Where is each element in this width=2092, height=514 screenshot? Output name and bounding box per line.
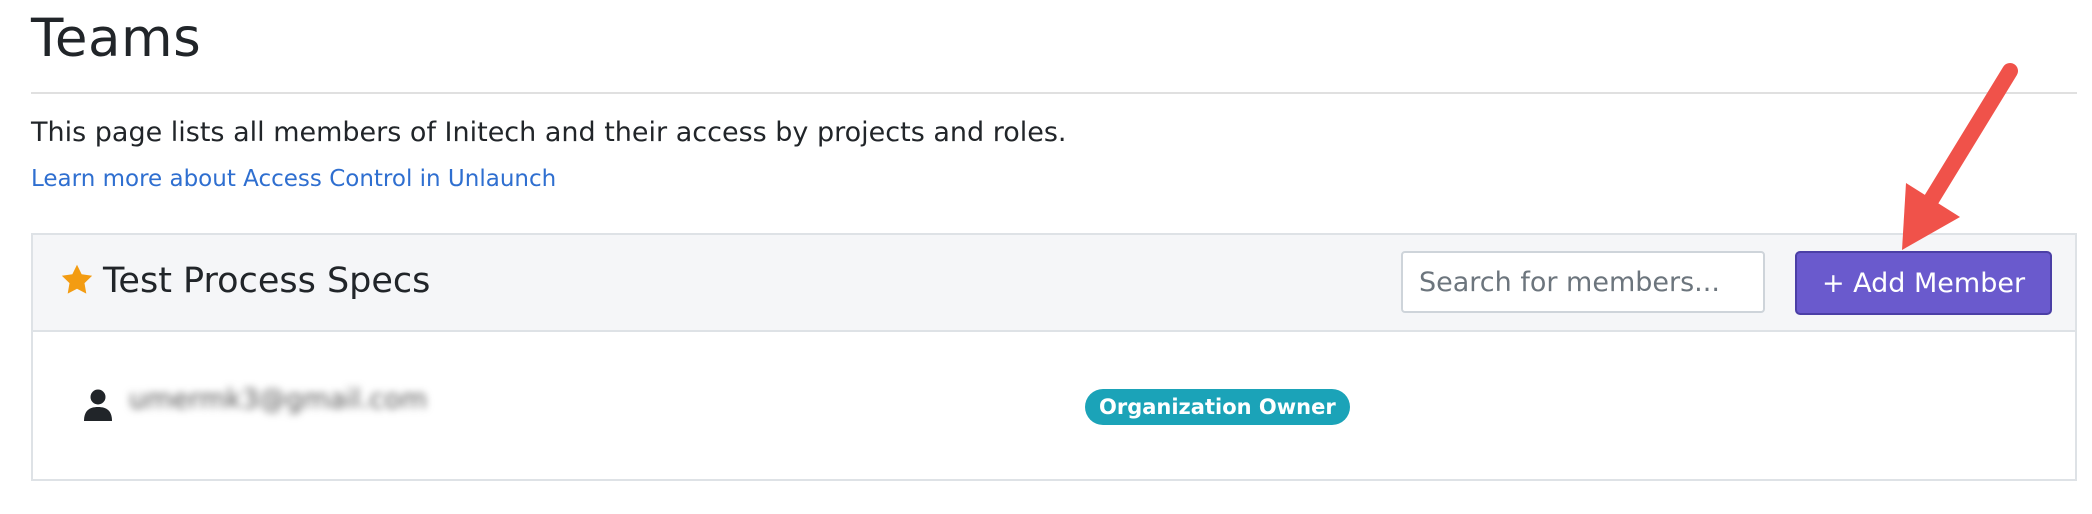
search-members-input[interactable]: [1401, 251, 1765, 313]
star-icon: [61, 264, 93, 294]
learn-more-link[interactable]: Learn more about Access Control in Unlau…: [31, 166, 556, 192]
team-card-header: Test Process Specs + Add Member: [33, 235, 2075, 332]
page-description: This page lists all members of Initech a…: [31, 117, 1067, 148]
team-name: Test Process Specs: [103, 261, 431, 301]
member-row: umermk3@gmail.com Organization Owner: [33, 332, 2075, 481]
teams-page: Teams This page lists all members of Ini…: [0, 0, 2092, 514]
title-divider: [31, 92, 2077, 94]
role-badge: Organization Owner: [1085, 389, 1350, 425]
user-icon: [84, 389, 112, 421]
page-title: Teams: [31, 8, 202, 69]
add-member-button[interactable]: + Add Member: [1795, 251, 2052, 315]
team-card: Test Process Specs + Add Member umermk3@…: [31, 233, 2077, 481]
member-email: umermk3@gmail.com: [129, 384, 428, 415]
